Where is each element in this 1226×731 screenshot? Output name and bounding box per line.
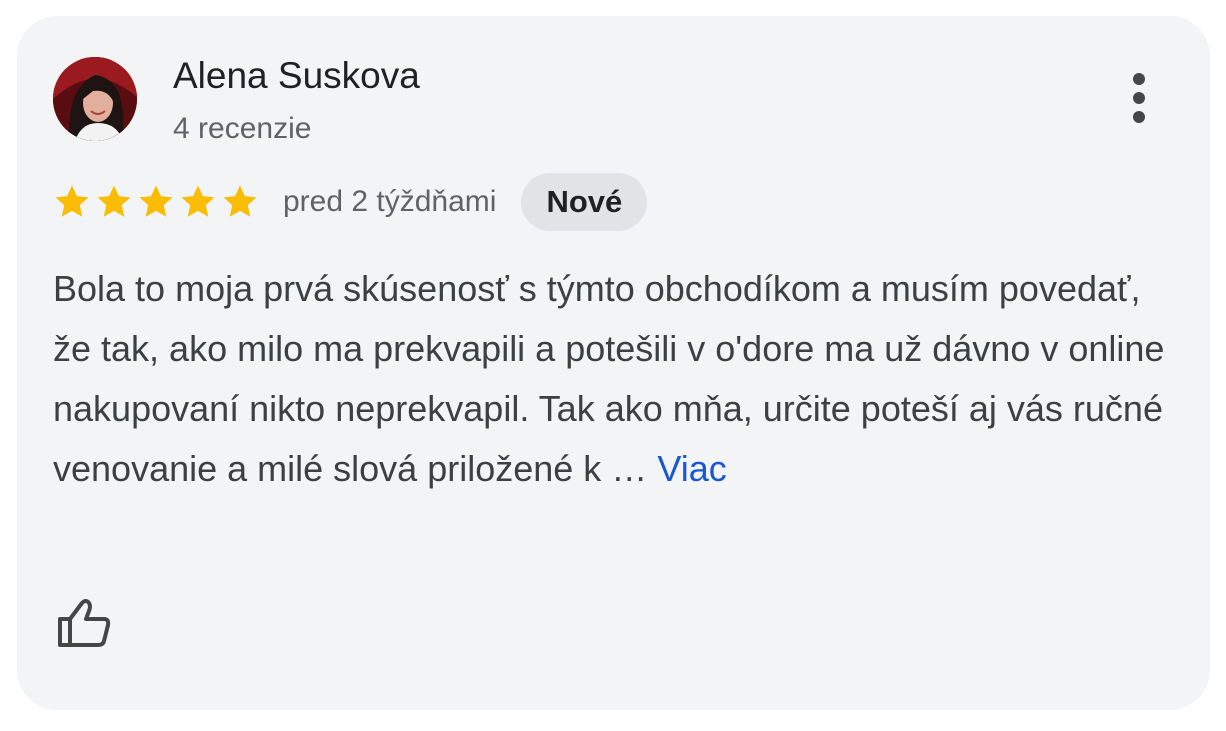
review-count[interactable]: 4 recenzie [173, 111, 311, 147]
review-card: Alena Suskova 4 recenzie pred 2 týždňami… [17, 16, 1210, 710]
like-button[interactable] [51, 590, 117, 656]
review-date: pred 2 týždňami [283, 185, 497, 218]
read-more-link[interactable]: Viac [657, 448, 726, 489]
avatar-photo [53, 57, 137, 141]
new-badge: Nové [521, 173, 648, 231]
more-vert-icon [1133, 73, 1145, 123]
avatar[interactable] [53, 57, 137, 141]
review-text: Bola to moja prvá skúsenosť s týmto obch… [53, 259, 1183, 499]
star-icon [139, 185, 173, 217]
thumb-up-icon [58, 599, 111, 647]
author-name[interactable]: Alena Suskova [173, 54, 420, 98]
review-body: Bola to moja prvá skúsenosť s týmto obch… [53, 268, 1165, 489]
more-options-button[interactable] [1115, 68, 1163, 128]
star-icon [181, 185, 215, 217]
star-rating [53, 183, 259, 221]
star-icon [55, 185, 89, 217]
rating-row: pred 2 týždňami Nové [53, 170, 648, 234]
star-icon [97, 185, 131, 217]
star-icon [223, 185, 257, 217]
